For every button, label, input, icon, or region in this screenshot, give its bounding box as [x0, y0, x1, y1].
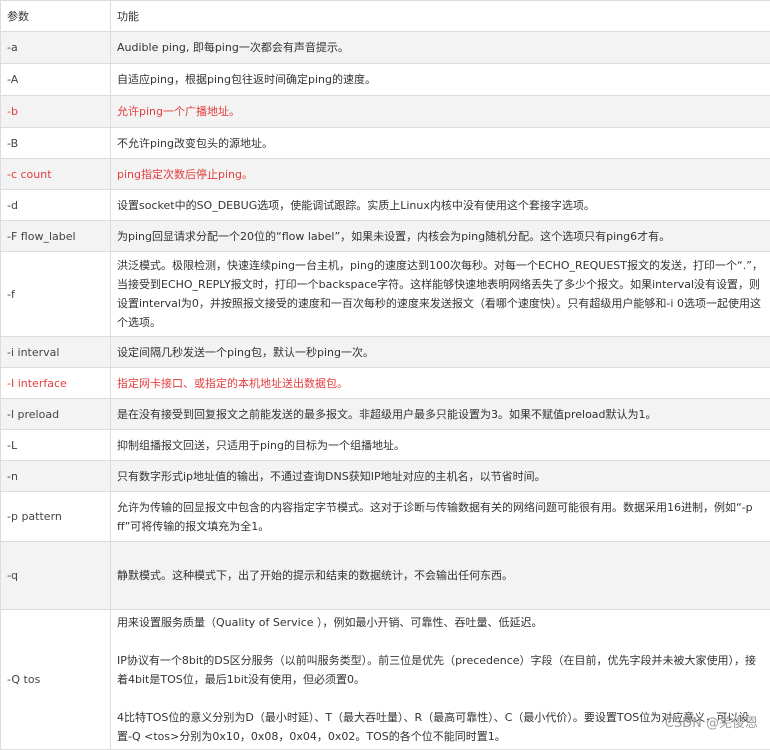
table-row: -d 设置socket中的SO_DEBUG选项，使能调试跟踪。实质上Linux内… [1, 190, 770, 221]
desc-cell: 设置socket中的SO_DEBUG选项，使能调试跟踪。实质上Linux内核中没… [111, 190, 770, 221]
param-cell: -A [1, 64, 111, 96]
param-cell: -Q tos [1, 610, 111, 750]
param-cell: -p pattern [1, 492, 111, 542]
tos-paragraph-1: 用来设置服务质量（Quality of Service ），例如最小开销、可靠性… [117, 613, 764, 632]
param-cell: -l preload [1, 399, 111, 430]
desc-cell: 洪泛模式。极限检测，快速连续ping一台主机，ping的速度达到100次每秒。对… [111, 252, 770, 337]
tos-paragraph-2: IP协议有一个8bit的DS区分服务（以前叫服务类型）。前三位是优先（prece… [117, 651, 764, 689]
table-row: -a Audible ping, 即每ping一次都会有声音提示。 [1, 32, 770, 64]
param-cell: -I interface [1, 368, 111, 399]
table-row: -f 洪泛模式。极限检测，快速连续ping一台主机，ping的速度达到100次每… [1, 252, 770, 337]
desc-cell: 允许ping一个广播地址。 [111, 96, 770, 128]
param-cell: -F flow_label [1, 221, 111, 252]
table-row: -F flow_label 为ping回显请求分配一个20位的“flow lab… [1, 221, 770, 252]
desc-cell: 指定网卡接口、或指定的本机地址送出数据包。 [111, 368, 770, 399]
param-cell: -n [1, 461, 111, 492]
desc-cell: ping指定次数后停止ping。 [111, 159, 770, 190]
desc-cell: 设定间隔几秒发送一个ping包，默认一秒ping一次。 [111, 337, 770, 368]
table-row: -l preload 是在没有接受到回复报文之前能发送的最多报文。非超级用户最多… [1, 399, 770, 430]
param-cell: -L [1, 430, 111, 461]
table-row: -I interface 指定网卡接口、或指定的本机地址送出数据包。 [1, 368, 770, 399]
desc-cell: 静默模式。这种模式下，出了开始的提示和结束的数据统计，不会输出任何东西。 [111, 542, 770, 610]
desc-cell: 抑制组播报文回送，只适用于ping的目标为一个组播地址。 [111, 430, 770, 461]
header-function: 功能 [111, 1, 770, 32]
table-row: -c count ping指定次数后停止ping。 [1, 159, 770, 190]
table-row: -B 不允许ping改变包头的源地址。 [1, 128, 770, 159]
header-param: 参数 [1, 1, 111, 32]
param-cell: -b [1, 96, 111, 128]
table-row: -L 抑制组播报文回送，只适用于ping的目标为一个组播地址。 [1, 430, 770, 461]
table-row: -b 允许ping一个广播地址。 [1, 96, 770, 128]
table-row: -A 自适应ping，根据ping包往返时间确定ping的速度。 [1, 64, 770, 96]
table-row: -i interval 设定间隔几秒发送一个ping包，默认一秒ping一次。 [1, 337, 770, 368]
param-cell: -B [1, 128, 111, 159]
table-row: -q 静默模式。这种模式下，出了开始的提示和结束的数据统计，不会输出任何东西。 [1, 542, 770, 610]
param-cell: -i interval [1, 337, 111, 368]
watermark: CSDN @羌俊恩 [665, 712, 758, 731]
table-header-row: 参数 功能 [1, 1, 770, 32]
param-cell: -a [1, 32, 111, 64]
param-cell: -d [1, 190, 111, 221]
desc-cell: 是在没有接受到回复报文之前能发送的最多报文。非超级用户最多只能设置为3。如果不赋… [111, 399, 770, 430]
desc-cell: Audible ping, 即每ping一次都会有声音提示。 [111, 32, 770, 64]
desc-cell: 为ping回显请求分配一个20位的“flow label”，如果未设置，内核会为… [111, 221, 770, 252]
table-row: -p pattern 允许为传输的回显报文中包含的内容指定字节模式。这对于诊断与… [1, 492, 770, 542]
desc-cell: 自适应ping，根据ping包往返时间确定ping的速度。 [111, 64, 770, 96]
param-cell: -q [1, 542, 111, 610]
desc-cell: 允许为传输的回显报文中包含的内容指定字节模式。这对于诊断与传输数据有关的网络问题… [111, 492, 770, 542]
desc-cell: 只有数字形式ip地址值的输出，不通过查询DNS获知IP地址对应的主机名，以节省时… [111, 461, 770, 492]
ping-options-table: 参数 功能 -a Audible ping, 即每ping一次都会有声音提示。 … [0, 0, 770, 750]
table-row: -n 只有数字形式ip地址值的输出，不通过查询DNS获知IP地址对应的主机名，以… [1, 461, 770, 492]
param-cell: -f [1, 252, 111, 337]
param-cell: -c count [1, 159, 111, 190]
table-row: -Q tos 用来设置服务质量（Quality of Service ），例如最… [1, 610, 770, 750]
desc-cell: 不允许ping改变包头的源地址。 [111, 128, 770, 159]
